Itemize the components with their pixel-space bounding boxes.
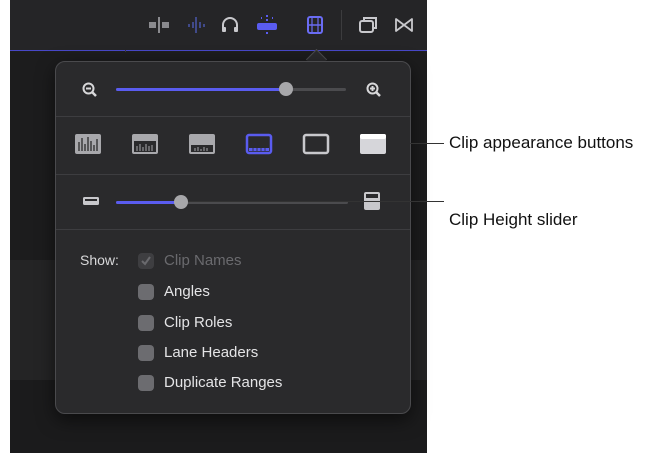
angles-label: Angles [164, 283, 210, 300]
clip-names-checkbox[interactable] [138, 253, 154, 269]
bowtie-icon[interactable] [391, 14, 417, 36]
show-label: Show: [80, 252, 119, 268]
checkmark-icon [140, 254, 152, 272]
timeline-toolbar [10, 0, 427, 51]
timeline-index-icon[interactable] [355, 14, 381, 36]
clip-roles-label: Clip Roles [164, 314, 233, 331]
waveform-filmstrip-icon[interactable] [188, 132, 216, 156]
lane-headers-label: Lane Headers [164, 344, 259, 361]
zoom-slider-knob[interactable] [279, 82, 294, 96]
audio-only-mode-icon[interactable] [183, 14, 209, 36]
headphones-icon[interactable] [217, 14, 243, 36]
video-only-mode-icon[interactable] [146, 14, 172, 36]
large-filmstrip-icon[interactable] [245, 132, 273, 156]
skimming-icon[interactable] [254, 14, 280, 36]
duplicate-ranges-checkbox[interactable] [138, 375, 154, 391]
separator [56, 116, 410, 117]
waveform-only-icon[interactable] [74, 132, 102, 156]
angles-checkbox[interactable] [138, 284, 154, 300]
lane-headers-checkbox[interactable] [138, 345, 154, 361]
clip-names-label: Clip Names [164, 252, 242, 269]
separator [56, 229, 410, 230]
zoom-slider-fill [116, 88, 287, 91]
clip-appearance-popover: Show: Clip Names Angles Clip Roles Lane … [55, 61, 411, 414]
callout-line-height [188, 201, 444, 202]
callout-line-appearance [410, 143, 444, 144]
zoom-out-icon[interactable] [82, 82, 98, 98]
clip-roles-checkbox[interactable] [138, 315, 154, 331]
zoom-in-icon[interactable] [366, 82, 382, 98]
large-waveform-filmstrip-icon[interactable] [131, 132, 159, 156]
duplicate-ranges-label: Duplicate Ranges [164, 374, 283, 391]
clip-appearance-icon[interactable] [302, 14, 328, 36]
clip-labels-only-icon[interactable] [359, 132, 387, 156]
zoom-slider[interactable] [116, 82, 346, 96]
clip-height-slider-knob[interactable] [173, 195, 188, 209]
clip-height-slider-fill [116, 201, 181, 204]
clip-height-small-icon[interactable] [82, 196, 100, 206]
toolbar-divider [341, 10, 342, 40]
separator [56, 174, 410, 175]
callout-clip-height-slider: Clip Height slider [449, 210, 578, 229]
callout-clip-appearance-buttons: Clip appearance buttons [449, 133, 634, 152]
filmstrip-only-icon[interactable] [302, 132, 330, 156]
